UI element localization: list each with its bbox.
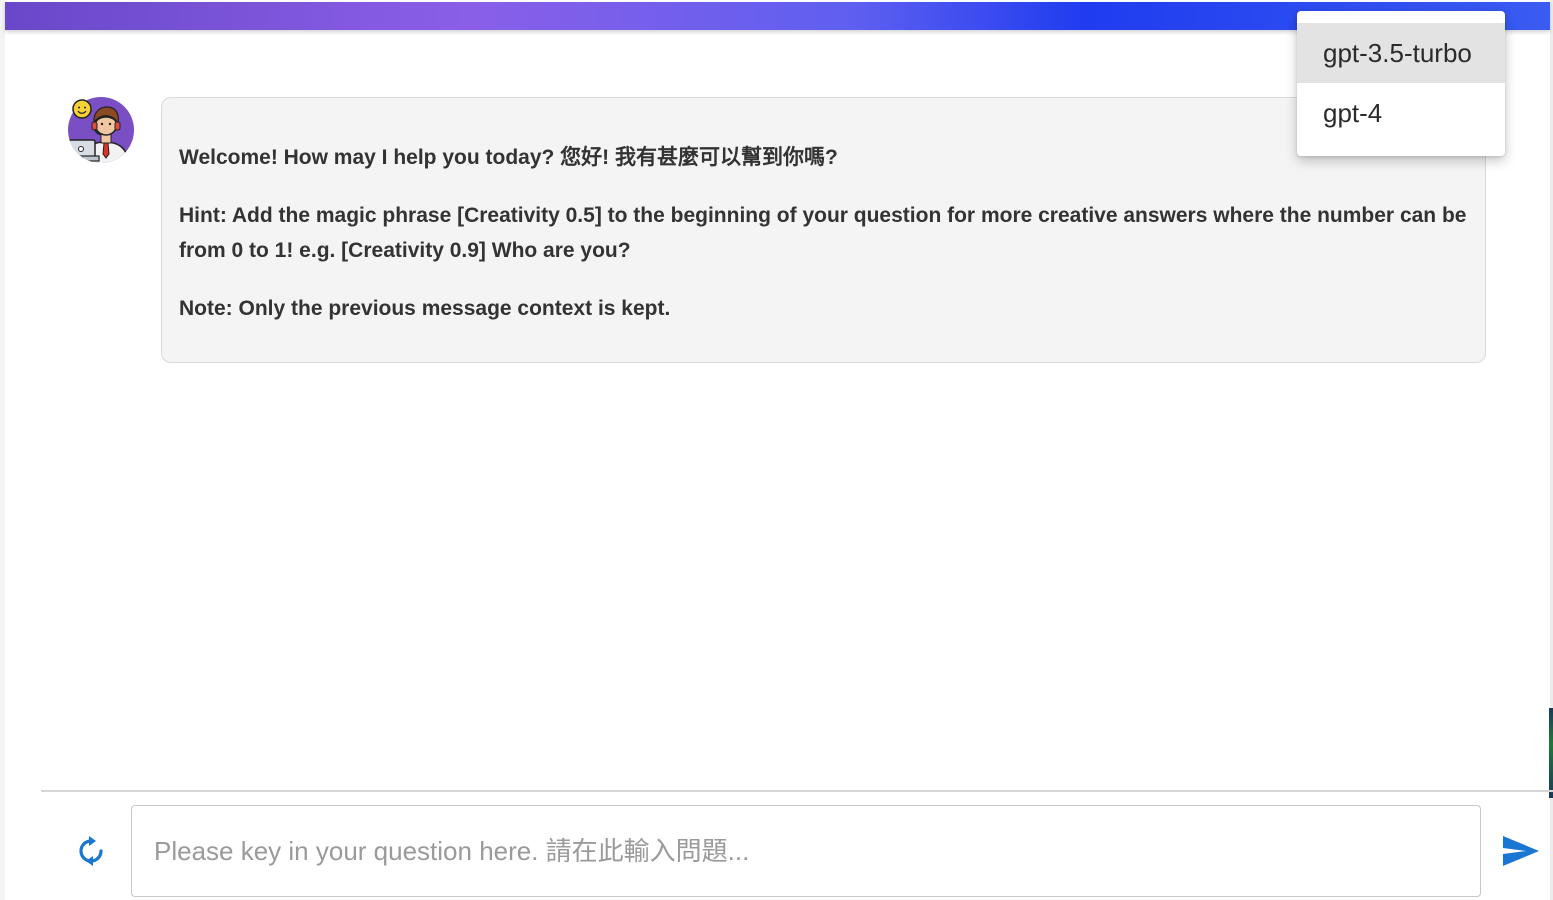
model-select-menu: gpt-3.5-turbo gpt-4	[1297, 11, 1505, 156]
window-left-edge	[0, 0, 5, 900]
welcome-message-text: Welcome! How may I help you today? 您好! 我…	[179, 146, 838, 169]
refresh-icon	[79, 836, 103, 866]
question-input-container	[131, 805, 1481, 897]
send-icon	[1503, 836, 1539, 866]
hint-message-text: Hint: Add the magic phrase [Creativity 0…	[179, 204, 1467, 262]
send-button[interactable]	[1500, 832, 1542, 870]
model-option-gpt-3-5-turbo[interactable]: gpt-3.5-turbo	[1297, 23, 1505, 83]
support-agent-avatar	[67, 96, 135, 164]
note-message-text: Note: Only the previous message context …	[179, 297, 671, 320]
assistant-message-bubble: Welcome! How may I help you today? 您好! 我…	[161, 97, 1486, 363]
question-input[interactable]	[132, 806, 1480, 896]
reset-conversation-button[interactable]	[73, 833, 109, 869]
scrollbar-thumb[interactable]	[1549, 708, 1553, 798]
chat-app: Welcome! How may I help you today? 您好! 我…	[0, 0, 1553, 900]
model-option-gpt-4[interactable]: gpt-4	[1297, 83, 1505, 143]
composer-divider	[41, 790, 1553, 792]
support-agent-icon	[68, 97, 134, 163]
